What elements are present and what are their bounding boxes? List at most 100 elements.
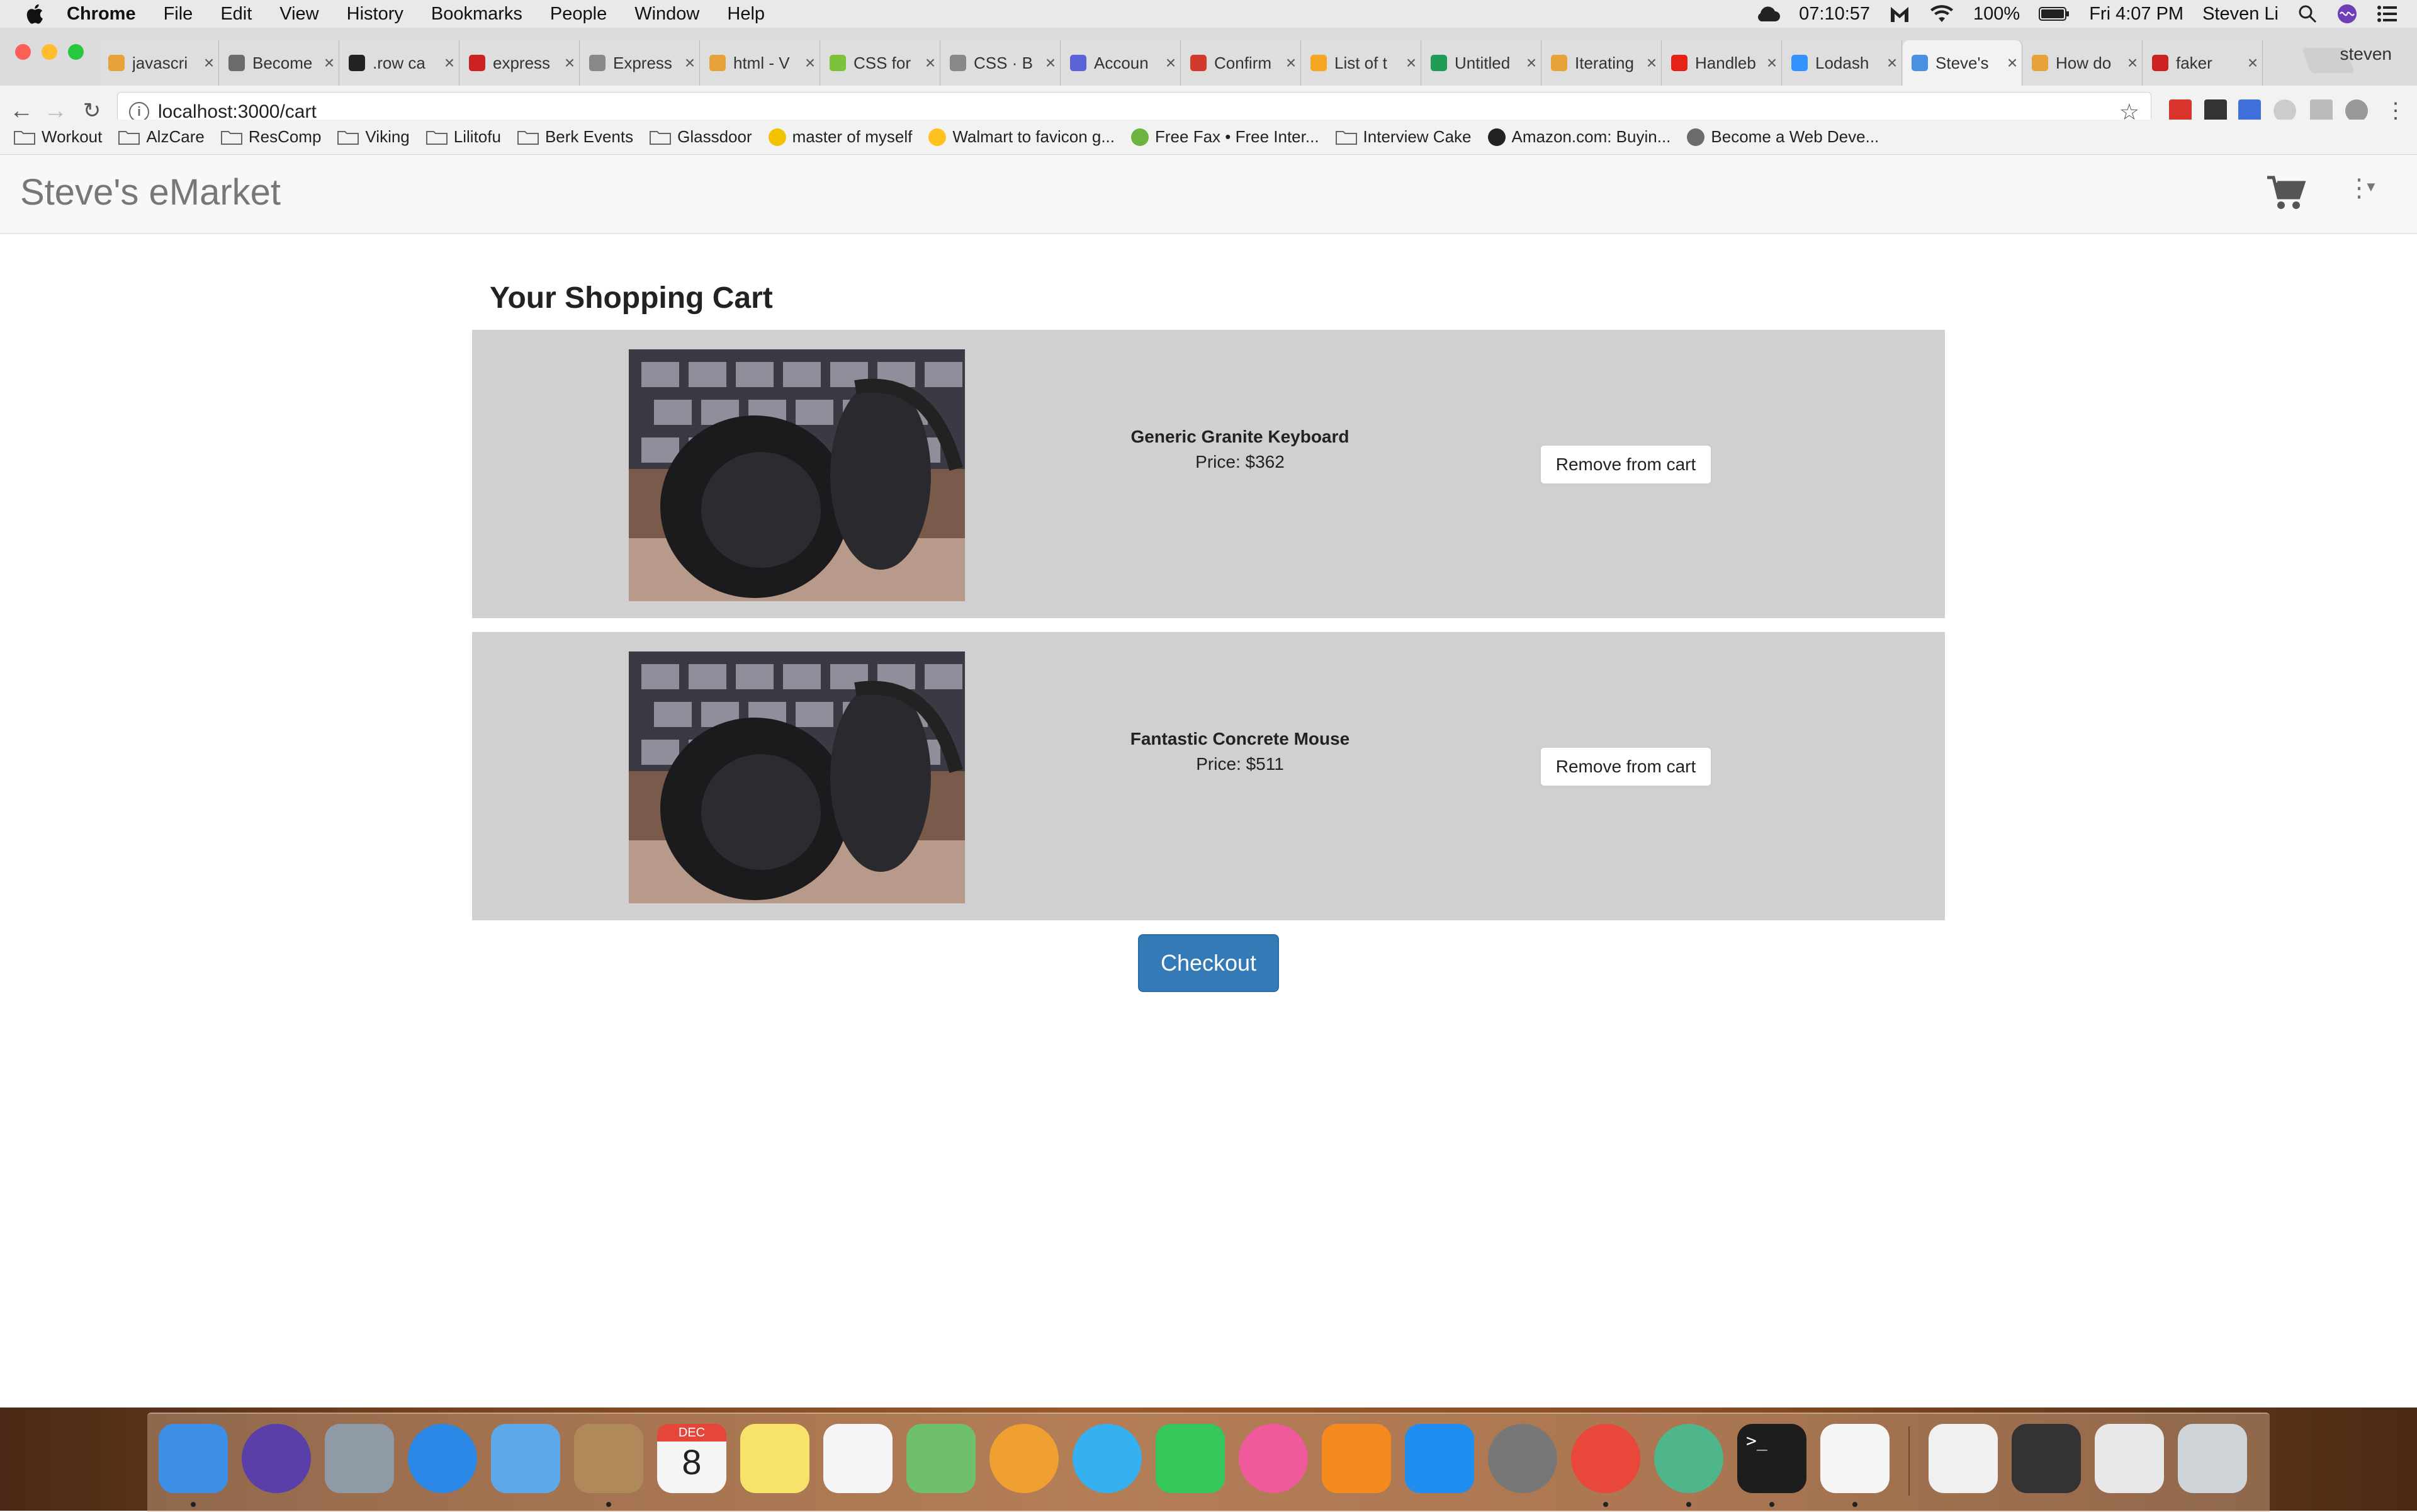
tab-close-icon[interactable]: × (320, 53, 339, 73)
window-thumbnail-icon[interactable] (2012, 1424, 2081, 1493)
tab-close-icon[interactable]: × (1282, 53, 1300, 73)
wifi-icon[interactable] (1929, 4, 1954, 23)
tab[interactable]: Untitled × (1422, 40, 1541, 86)
tab-close-icon[interactable]: × (1522, 53, 1541, 73)
siri-menu-icon[interactable] (2336, 3, 2358, 25)
extension-icon-4[interactable] (2273, 99, 2296, 122)
tab-active[interactable]: Steve's × (1903, 40, 2022, 86)
tab[interactable]: javascri × (99, 40, 219, 86)
user-name[interactable]: Steven Li (2202, 4, 2279, 25)
menu-file[interactable]: File (164, 4, 193, 25)
clock-readout[interactable]: 07:10:57 (1799, 4, 1870, 25)
ibooks-icon[interactable] (1322, 1424, 1391, 1493)
bookmark-item[interactable]: Berk Events (517, 127, 633, 147)
menu-window[interactable]: Window (634, 4, 699, 25)
bookmark-item[interactable]: Become a Web Deve... (1687, 127, 1879, 147)
tab-close-icon[interactable]: × (1762, 53, 1781, 73)
bookmark-item[interactable]: Amazon.com: Buyin... (1487, 127, 1670, 147)
siri-icon[interactable] (242, 1424, 311, 1493)
menu-view[interactable]: View (279, 4, 318, 25)
window-minimize-button[interactable] (42, 44, 57, 60)
menu-bookmarks[interactable]: Bookmarks (431, 4, 522, 25)
tab[interactable]: Iterating × (1542, 40, 1662, 86)
tab-close-icon[interactable]: × (560, 53, 579, 73)
tab[interactable]: Lodash × (1783, 40, 1902, 86)
product-image[interactable] (628, 651, 966, 904)
maps-icon[interactable] (906, 1424, 976, 1493)
tab-close-icon[interactable]: × (801, 53, 820, 73)
downloads-stack-icon[interactable] (2095, 1424, 2164, 1493)
menu-edit[interactable]: Edit (220, 4, 252, 25)
menu-history[interactable]: History (347, 4, 403, 25)
tab-close-icon[interactable]: × (1883, 53, 1901, 73)
menu-help[interactable]: Help (727, 4, 765, 25)
terminal-icon[interactable]: >_ (1737, 1424, 1806, 1493)
tab[interactable]: Accoun × (1061, 40, 1181, 86)
bookmark-item[interactable]: Walmart to favicon g... (928, 127, 1115, 147)
tab[interactable]: faker × (2143, 40, 2263, 86)
extension-icon-5[interactable] (2310, 99, 2333, 122)
calendar-icon[interactable]: DEC 8 (657, 1424, 726, 1493)
launchpad-icon[interactable] (325, 1424, 394, 1493)
tab-close-icon[interactable]: × (1402, 53, 1421, 73)
date-time[interactable]: Fri 4:07 PM (2089, 4, 2183, 25)
apple-icon[interactable] (24, 3, 44, 25)
notification-center-icon[interactable] (2377, 4, 2398, 23)
cloud-icon[interactable] (1755, 5, 1781, 23)
bookmark-item[interactable]: master of myself (768, 127, 912, 147)
tab-close-icon[interactable]: × (2243, 53, 2262, 73)
profile-name[interactable]: steven (2340, 44, 2392, 64)
shopping-cart-icon[interactable] (2266, 172, 2306, 213)
tab[interactable]: Become × (220, 40, 339, 86)
tab[interactable]: CSS for × (821, 40, 940, 86)
safari-icon[interactable] (408, 1424, 477, 1493)
tab-close-icon[interactable]: × (200, 53, 218, 73)
tab[interactable]: List of t × (1302, 40, 1421, 86)
menu-app-name[interactable]: Chrome (67, 4, 136, 25)
tab[interactable]: Express × (580, 40, 700, 86)
tab[interactable]: CSS · B × (941, 40, 1061, 86)
bookmark-item[interactable]: Glassdoor (650, 127, 752, 147)
extension-icon-2[interactable] (2204, 99, 2227, 122)
tab[interactable]: Confirm × (1181, 40, 1301, 86)
bookmark-item[interactable]: Viking (337, 127, 410, 147)
tab[interactable]: .row ca × (340, 40, 459, 86)
bookmark-item[interactable]: Lilitofu (425, 127, 501, 147)
app-store-icon[interactable] (1405, 1424, 1474, 1493)
checkout-button[interactable]: Checkout (1138, 934, 1279, 992)
bookmark-item[interactable]: ResComp (220, 127, 321, 147)
malwarebytes-icon[interactable] (1889, 4, 1910, 23)
extension-icon-6[interactable] (2345, 99, 2368, 122)
spotlight-search-icon[interactable] (2297, 4, 2318, 24)
tab-close-icon[interactable]: × (1041, 53, 1060, 73)
bookmark-item[interactable]: Free Fax • Free Inter... (1131, 127, 1319, 147)
textedit-icon[interactable] (1820, 1424, 1890, 1493)
bookmark-item[interactable]: Interview Cake (1335, 127, 1472, 147)
product-image[interactable] (628, 349, 966, 602)
tab[interactable]: Handleb × (1662, 40, 1782, 86)
chrome-icon[interactable] (1571, 1424, 1640, 1493)
tab-close-icon[interactable]: × (2003, 53, 2022, 73)
tab[interactable]: html - V × (701, 40, 820, 86)
tab-close-icon[interactable]: × (1161, 53, 1180, 73)
window-zoom-button[interactable] (68, 44, 84, 60)
remove-from-cart-button[interactable]: Remove from cart (1540, 747, 1712, 787)
txt-document-icon[interactable] (1929, 1424, 1998, 1493)
contacts-icon[interactable] (574, 1424, 643, 1493)
system-preferences-icon[interactable] (1488, 1424, 1557, 1493)
menu-people[interactable]: People (550, 4, 607, 25)
window-close-button[interactable] (15, 44, 31, 60)
brand-title[interactable]: Steve's eMarket (20, 171, 281, 213)
extension-icon-1[interactable] (2169, 99, 2192, 122)
reminders-icon[interactable] (823, 1424, 893, 1493)
tab-close-icon[interactable]: × (680, 53, 699, 73)
itunes-icon[interactable] (1239, 1424, 1308, 1493)
tab[interactable]: express × (460, 40, 580, 86)
mail-icon[interactable] (491, 1424, 560, 1493)
facetime-icon[interactable] (1156, 1424, 1225, 1493)
tab-close-icon[interactable]: × (921, 53, 940, 73)
photos-icon[interactable] (989, 1424, 1059, 1493)
battery-icon[interactable] (2039, 6, 2070, 22)
remove-from-cart-button[interactable]: Remove from cart (1540, 444, 1712, 485)
trash-icon[interactable] (2178, 1424, 2247, 1493)
